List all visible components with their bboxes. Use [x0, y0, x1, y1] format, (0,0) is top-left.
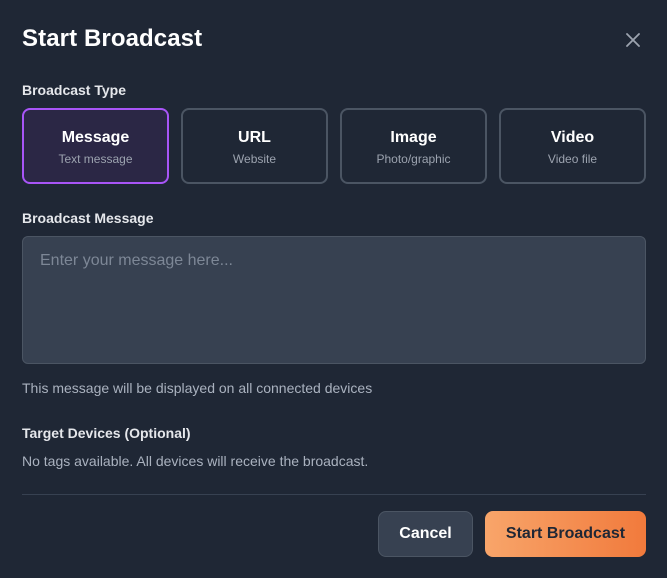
- target-devices-note: No tags available. All devices will rece…: [22, 453, 369, 469]
- type-option-subtitle: Website: [232, 152, 277, 166]
- type-option-video[interactable]: Video Video file: [499, 108, 646, 184]
- footer-divider: [22, 494, 646, 495]
- type-option-title: URL: [238, 129, 271, 146]
- close-button[interactable]: [622, 29, 644, 51]
- target-devices-label: Target Devices (Optional): [22, 425, 191, 441]
- type-option-subtitle: Photo/graphic: [376, 152, 451, 166]
- broadcast-message-label: Broadcast Message: [22, 210, 154, 226]
- modal-title: Start Broadcast: [22, 25, 203, 52]
- start-broadcast-button[interactable]: Start Broadcast: [485, 511, 646, 557]
- type-option-title: Image: [390, 129, 437, 146]
- broadcast-type-label: Broadcast Type: [22, 82, 126, 98]
- type-option-title: Message: [61, 129, 130, 146]
- start-broadcast-modal: Start Broadcast Broadcast Type Message T…: [0, 0, 667, 578]
- broadcast-message-input[interactable]: [22, 236, 646, 364]
- type-option-subtitle: Video file: [547, 152, 598, 166]
- type-option-message[interactable]: Message Text message: [22, 108, 169, 184]
- cancel-button[interactable]: Cancel: [378, 511, 473, 557]
- type-option-url[interactable]: URL Website: [181, 108, 328, 184]
- close-icon: [622, 29, 644, 51]
- type-option-subtitle: Text message: [58, 152, 133, 166]
- broadcast-type-options: Message Text message URL Website Image P…: [22, 108, 646, 184]
- message-help-text: This message will be displayed on all co…: [22, 380, 373, 396]
- type-option-title: Video: [550, 129, 595, 146]
- type-option-image[interactable]: Image Photo/graphic: [340, 108, 487, 184]
